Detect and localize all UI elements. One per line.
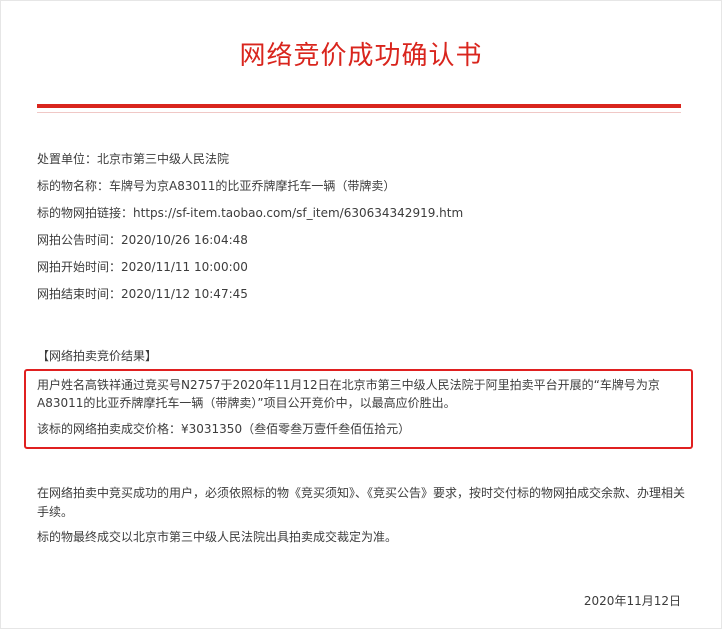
info-label: 网拍结束时间： bbox=[37, 287, 122, 301]
ruling-paragraph: 标的物最终成交以北京市第三中级人民法院出具拍卖成交裁定为准。 bbox=[37, 530, 398, 544]
document-title: 网络竞价成功确认书 bbox=[239, 41, 483, 71]
info-value: 车牌号为京A83011的比亚乔牌摩托车一辆（带牌卖） bbox=[109, 179, 396, 193]
title-divider-shadow bbox=[37, 112, 681, 113]
info-label: 标的物网拍链接： bbox=[37, 206, 134, 220]
info-label: 网拍公告时间： bbox=[37, 233, 122, 247]
info-item-name: 标的物名称：车牌号为京A83011的比亚乔牌摩托车一辆（带牌卖） bbox=[37, 177, 395, 195]
result-heading: 【网络拍卖竞价结果】 bbox=[37, 349, 158, 363]
title-divider bbox=[37, 104, 681, 108]
info-end-time: 网拍结束时间：2020/11/12 10:47:45 bbox=[37, 285, 248, 303]
info-value: 北京市第三中级人民法院 bbox=[97, 152, 230, 166]
auction-link[interactable]: https://sf-item.taobao.com/sf_item/63063… bbox=[133, 206, 463, 220]
info-start-time: 网拍开始时间：2020/11/11 10:00:00 bbox=[37, 258, 248, 276]
info-label: 处置单位： bbox=[37, 152, 98, 166]
result-price: 该标的网络拍卖成交价格：¥3031350（叁佰零叁万壹仟叁佰伍拾元） bbox=[37, 422, 411, 436]
info-auction-link: 标的物网拍链接：https://sf-item.taobao.com/sf_it… bbox=[37, 204, 463, 222]
info-announce-time: 网拍公告时间：2020/10/26 16:04:48 bbox=[37, 231, 248, 249]
info-value: 2020/11/11 10:00:00 bbox=[121, 260, 248, 274]
result-statement: 用户姓名高铁祥通过竞买号N2757于2020年11月12日在北京市第三中级人民法… bbox=[37, 378, 660, 410]
info-label: 网拍开始时间： bbox=[37, 260, 122, 274]
info-label: 标的物名称： bbox=[37, 179, 110, 193]
notice-paragraph: 在网络拍卖中竞买成功的用户，必须依照标的物《竞买须知》、《竞买公告》要求，按时交… bbox=[37, 486, 686, 519]
info-value: 2020/11/12 10:47:45 bbox=[121, 287, 248, 301]
document-date: 2020年11月12日 bbox=[583, 594, 681, 608]
info-disposal-unit: 处置单位：北京市第三中级人民法院 bbox=[37, 150, 229, 168]
info-value: 2020/10/26 16:04:48 bbox=[121, 233, 248, 247]
